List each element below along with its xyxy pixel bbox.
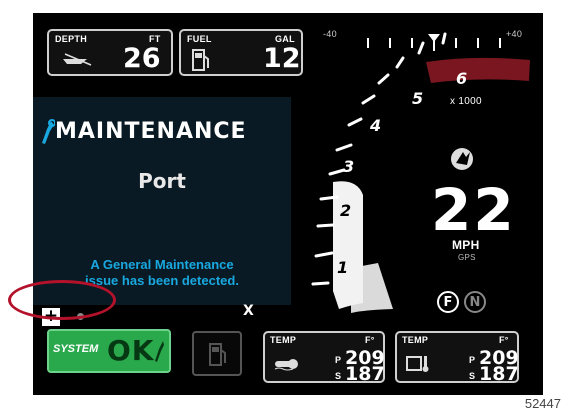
temp-water-port-label: P [335,355,342,365]
speed-value: 22 [431,176,516,244]
ok-wrench-icon [153,339,165,368]
temp-water-tile[interactable]: TEMP F° P 209 S 187 [263,331,385,385]
temp-water-starboard-label: S [335,371,342,381]
tach-label-1: 1 [337,258,349,277]
callout-highlight-oval [8,280,116,320]
trim-indicator [428,34,440,42]
boat-depth-icon [61,51,95,67]
gear-neutral-icon: N [464,291,486,313]
fuel-value: 12 [263,43,301,74]
temp-water-label: TEMP [270,335,297,345]
fuel-pump-icon-dim [208,342,228,373]
popup-message-line1: A General Maintenance [90,257,234,272]
speed-unit: MPH [452,238,480,252]
temp-engine-starboard-value: 187 [479,363,519,385]
temp-engine-port-label: P [469,355,476,365]
temp-engine-label: TEMP [402,335,429,345]
gear-forward-icon: F [437,291,459,313]
depth-label: DEPTH [55,34,88,44]
tach-label-2: 2 [340,201,352,220]
gear-neutral-label: N [469,295,481,310]
temp-water-unit: F° [365,335,375,345]
maintenance-popup: MAINTENANCE Port A General Maintenance i… [33,97,291,305]
popup-engine-port: Port [138,169,186,193]
wrench-icon [39,119,56,150]
temp-engine-tile[interactable]: TEMP F° P 209 S 187 [395,331,519,385]
system-label: SYSTEM [53,343,99,355]
tach-fill-lower [351,263,393,313]
system-ok-status: OK [107,334,155,367]
depth-value: 26 [123,43,161,74]
fuel-alert-button[interactable] [192,331,242,376]
speed-source: GPS [458,253,476,262]
fuel-label: FUEL [187,34,212,44]
tach-label-6: 6 [456,69,468,88]
temp-engine-unit: F° [499,335,509,345]
system-ok-button[interactable]: SYSTEM OK [47,329,171,373]
figure-number: 52447 [524,396,561,411]
tach-redline-arc [426,57,530,83]
fuel-tile[interactable]: FUEL GAL 12 [179,29,303,76]
popup-title: MAINTENANCE [55,119,247,144]
engine-temp-icon [405,353,431,378]
fuel-pump-icon [191,48,211,77]
display-screen: -40 +40 1 2 3 4 5 6 x 1000 22 MPH GPS F … [33,13,543,395]
water-temp-icon [273,357,299,376]
tach-label-3: 3 [343,157,355,176]
depth-tile[interactable]: DEPTH FT 26 [47,29,173,76]
gear-forward-label: F [443,295,453,310]
temp-engine-starboard-label: S [469,371,476,381]
trim-high-label: +40 [506,29,523,39]
tach-unit-label: x 1000 [450,96,482,107]
trim-low-label: -40 [323,29,337,39]
tach-label-4: 4 [370,116,382,135]
close-popup-button[interactable]: X [243,303,254,319]
tach-label-5: 5 [412,89,424,108]
temp-water-starboard-value: 187 [345,363,385,385]
